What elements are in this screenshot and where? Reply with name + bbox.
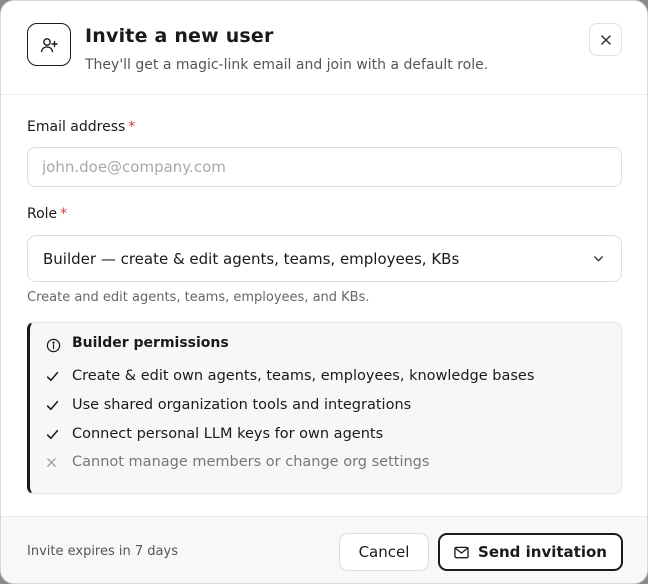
- dialog-subtitle: They'll get a magic-link email and join …: [85, 57, 489, 73]
- email-field[interactable]: [27, 147, 622, 187]
- mail-icon: [454, 546, 469, 558]
- invite-expiry-note: Invite expires in 7 days: [27, 544, 178, 559]
- email-label: Email address *: [27, 119, 136, 135]
- required-mark: *: [128, 119, 136, 135]
- role-select[interactable]: Builder — create & edit agents, teams, e…: [27, 235, 622, 282]
- cancel-button[interactable]: Cancel: [339, 533, 429, 571]
- permission-item: Connect personal LLM keys for own agents: [46, 426, 383, 442]
- permission-item: Use shared organization tools and integr…: [46, 397, 411, 413]
- chevron-down-icon: [593, 256, 604, 262]
- permission-item: Cannot manage members or change org sett…: [46, 454, 429, 470]
- send-invitation-button[interactable]: Send invitation: [438, 533, 623, 571]
- close-icon: [600, 34, 611, 45]
- permission-item: Create & edit own agents, teams, employe…: [46, 368, 534, 384]
- close-button[interactable]: [589, 23, 622, 56]
- dialog-title: Invite a new user: [85, 25, 274, 47]
- dialog-header: Invite a new user They'll get a magic-li…: [1, 1, 647, 95]
- role-selected-value: Builder — create & edit agents, teams, e…: [43, 249, 460, 268]
- dialog-footer: Invite expires in 7 days Cancel Send inv…: [1, 516, 647, 583]
- info-icon: [46, 338, 61, 353]
- required-mark: *: [60, 206, 68, 222]
- permissions-panel: Builder permissions Create & edit own ag…: [27, 322, 622, 494]
- check-icon: [46, 370, 72, 383]
- role-help-text: Create and edit agents, teams, employees…: [27, 290, 370, 305]
- user-plus-icon: [27, 23, 71, 66]
- check-icon: [46, 428, 72, 441]
- x-icon: [46, 457, 72, 468]
- check-icon: [46, 399, 72, 412]
- role-label: Role *: [27, 206, 68, 222]
- invite-user-dialog: Invite a new user They'll get a magic-li…: [0, 0, 648, 584]
- permissions-title: Builder permissions: [72, 335, 229, 351]
